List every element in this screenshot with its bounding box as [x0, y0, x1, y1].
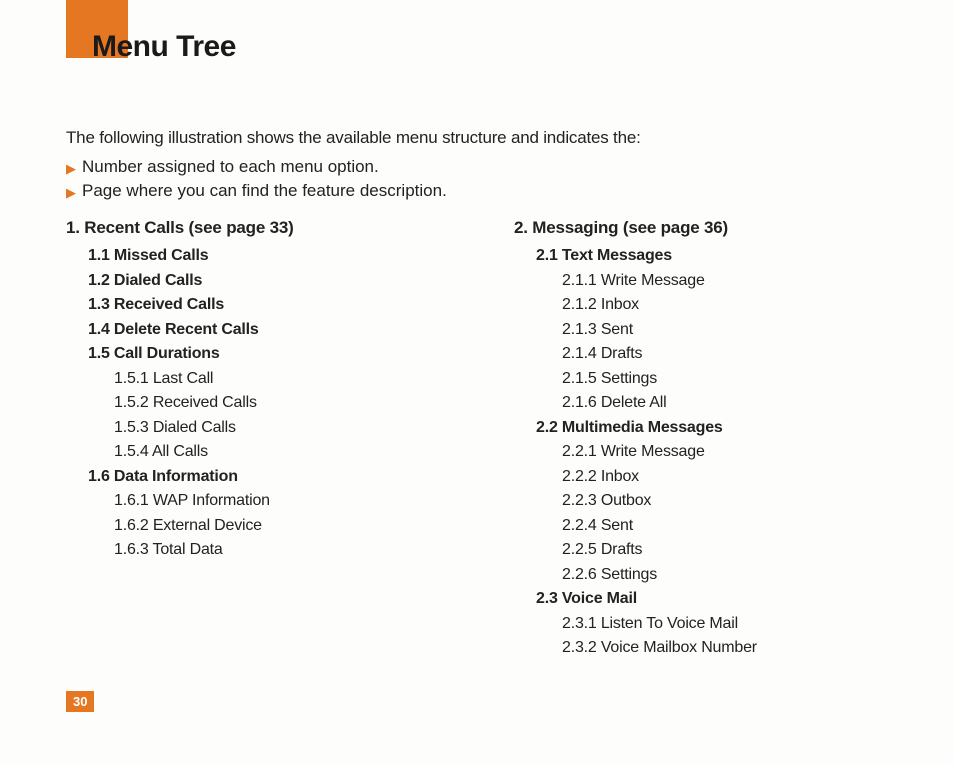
menu-item-level3: 2.1.5 Settings [562, 367, 954, 392]
menu-item-level3: 2.2.5 Drafts [562, 538, 954, 563]
page-title: Menu Tree [92, 30, 236, 64]
triangle-right-icon: ▶ [66, 162, 76, 175]
menu-item-level3: 1.6.1 WAP Information [114, 489, 514, 514]
menu-item-level3: 2.2.6 Settings [562, 563, 954, 588]
menu-item-level3: 2.2.2 Inbox [562, 465, 954, 490]
intro-text: The following illustration shows the ava… [66, 128, 641, 148]
menu-item-level3: 2.1.6 Delete All [562, 391, 954, 416]
menu-item-level2: 1.5 Call Durations [88, 342, 514, 367]
bullet-text: Page where you can find the feature desc… [82, 179, 447, 203]
menu-item-level3: 1.5.4 All Calls [114, 440, 514, 465]
menu-item-level2: 1.1 Missed Calls [88, 244, 514, 269]
menu-item-level3: 1.5.2 Received Calls [114, 391, 514, 416]
menu-item-level2: 1.3 Received Calls [88, 293, 514, 318]
page-number-badge: 30 [66, 691, 94, 712]
menu-item-level3: 2.1.1 Write Message [562, 269, 954, 294]
menu-item-level2: 2.3 Voice Mail [536, 587, 954, 612]
menu-item-level2: 1.4 Delete Recent Calls [88, 318, 514, 343]
triangle-right-icon: ▶ [66, 186, 76, 199]
section-heading: 2. Messaging (see page 36) [514, 218, 954, 238]
bullet-item: ▶ Page where you can find the feature de… [66, 179, 447, 203]
section-heading: 1. Recent Calls (see page 33) [66, 218, 514, 238]
menu-item-level2: 2.1 Text Messages [536, 244, 954, 269]
bullet-item: ▶ Number assigned to each menu option. [66, 155, 447, 179]
right-column: 2. Messaging (see page 36) 2.1 Text Mess… [514, 218, 954, 661]
left-column: 1. Recent Calls (see page 33) 1.1 Missed… [66, 218, 514, 661]
menu-item-level3: 2.1.2 Inbox [562, 293, 954, 318]
menu-item-level3: 1.6.2 External Device [114, 514, 514, 539]
menu-item-level2: 2.2 Multimedia Messages [536, 416, 954, 441]
menu-item-level3: 2.3.1 Listen To Voice Mail [562, 612, 954, 637]
bullet-text: Number assigned to each menu option. [82, 155, 379, 179]
menu-item-level3: 2.2.3 Outbox [562, 489, 954, 514]
menu-item-level3: 2.2.4 Sent [562, 514, 954, 539]
menu-item-level2: 1.6 Data Information [88, 465, 514, 490]
menu-item-level3: 1.5.1 Last Call [114, 367, 514, 392]
menu-item-level2: 1.2 Dialed Calls [88, 269, 514, 294]
menu-item-level3: 2.3.2 Voice Mailbox Number [562, 636, 954, 661]
menu-item-level3: 1.5.3 Dialed Calls [114, 416, 514, 441]
menu-columns: 1. Recent Calls (see page 33) 1.1 Missed… [66, 218, 914, 661]
menu-item-level3: 2.2.1 Write Message [562, 440, 954, 465]
menu-item-level3: 1.6.3 Total Data [114, 538, 514, 563]
bullet-list: ▶ Number assigned to each menu option. ▶… [66, 155, 447, 203]
menu-item-level3: 2.1.4 Drafts [562, 342, 954, 367]
menu-item-level3: 2.1.3 Sent [562, 318, 954, 343]
